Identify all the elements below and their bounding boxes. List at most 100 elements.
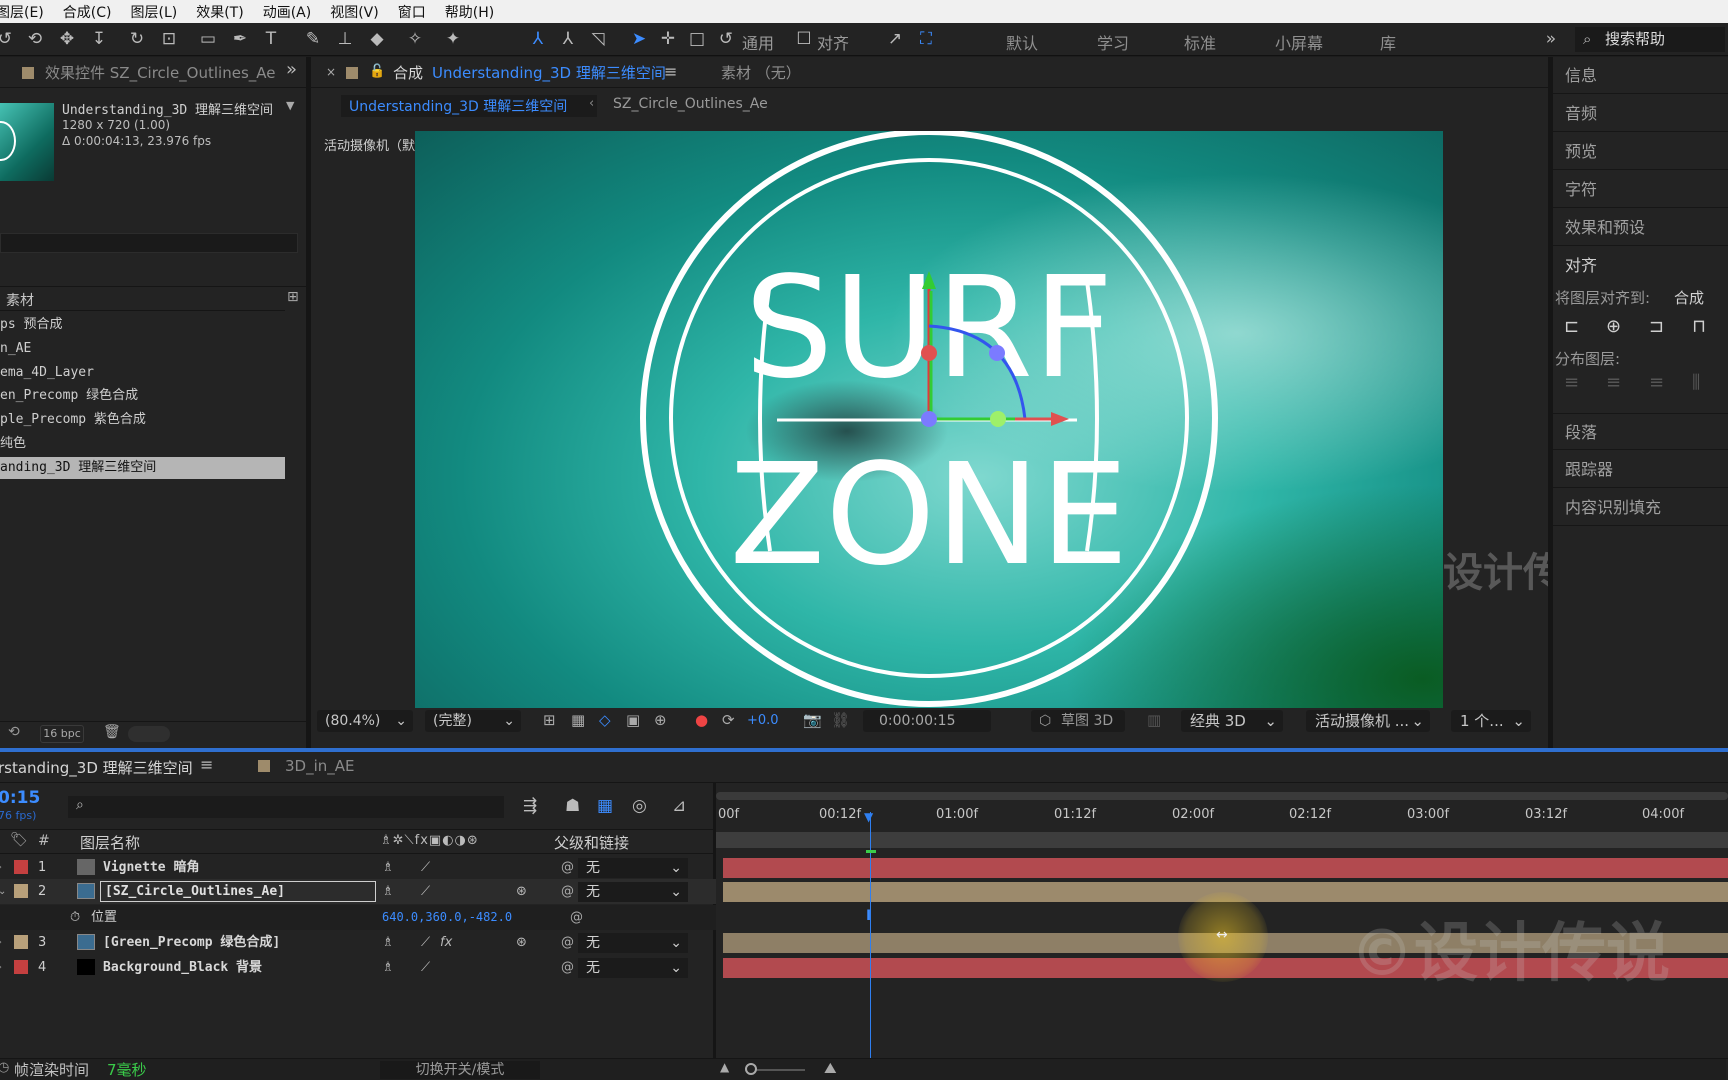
fast-preview-icon[interactable]: ⊞ (543, 711, 556, 729)
align-to-value[interactable]: 合成 (1674, 287, 1704, 308)
parent-dropdown-2[interactable]: 无 ⌄ (578, 882, 688, 902)
project-item[interactable]: ema_4D_Layer (0, 362, 285, 384)
toggle-switches-modes-button[interactable]: 切换开关/模式 (380, 1061, 540, 1079)
position-property-row[interactable]: ⏱ 位置 640.0,360.0,-482.0 @ (0, 905, 716, 930)
align-center-icon[interactable]: ⊕ (1606, 316, 1621, 337)
menu-window[interactable]: 窗口 (398, 2, 426, 22)
project-item-selected[interactable]: anding_3D 理解三维空间 (0, 457, 285, 479)
rectangle-tool-icon[interactable]: ▭ (197, 28, 219, 50)
workspace-small-screen[interactable]: 小屏幕 (1275, 30, 1323, 54)
composition-viewer[interactable]: SURF ZONE (415, 131, 1443, 708)
workspace-standard[interactable]: 标准 (1184, 30, 1216, 54)
resolution-dropdown[interactable]: (完整) ⌄ (425, 710, 521, 732)
comp-flowchart-icon[interactable]: ⇶ (523, 796, 537, 816)
align-checkbox[interactable]: ☐ (793, 28, 815, 50)
workspace-learn[interactable]: 学习 (1097, 30, 1129, 54)
grid-guides-icon[interactable]: ⊕ (654, 711, 667, 729)
workspace-library[interactable]: 库 (1380, 30, 1396, 54)
brush-tool-icon[interactable]: ✎ (302, 28, 324, 50)
project-item[interactable]: en_Precomp 绿色合成 (0, 385, 285, 407)
views-dropdown[interactable]: 1 个... ⌄ (1451, 710, 1531, 732)
snapping-target-icon[interactable]: ⛶ (915, 28, 937, 50)
panel-overflow-icon[interactable]: » (286, 59, 297, 80)
project-item[interactable]: 纯色 (0, 433, 285, 455)
col-parent[interactable]: 父级和链接 (554, 832, 629, 853)
project-search-input[interactable] (0, 233, 298, 253)
snap-icon[interactable]: ↗ (884, 28, 906, 50)
breadcrumb-comp[interactable]: Understanding_3D 理解三维空间 (349, 96, 567, 116)
zoom-out-icon[interactable]: ▲ (720, 1060, 729, 1074)
playhead-handle-icon[interactable]: ▼ (864, 810, 873, 824)
zoom-slider-handle[interactable] (745, 1063, 757, 1075)
timeline-search-input[interactable]: ⌕ (68, 796, 504, 818)
workspace-default[interactable]: 默认 (1006, 30, 1038, 54)
project-item[interactable]: ps 预合成 (0, 314, 285, 336)
extended-viewer-icon[interactable]: ▥ (1147, 711, 1161, 729)
interpret-footage-icon[interactable]: ⟲ (8, 724, 20, 740)
dolly-tool-icon[interactable]: ↧ (88, 28, 110, 50)
comp-dropdown-icon[interactable]: ▼ (286, 99, 294, 112)
menu-layer-e[interactable]: 图层(E) (0, 2, 44, 22)
distribute-bottom-icon[interactable]: ≡ (1649, 372, 1664, 393)
project-column-header[interactable]: 素材 (6, 290, 34, 310)
text-tool-icon[interactable]: T (260, 28, 282, 50)
flowchart-icon[interactable]: ⊞ (287, 289, 299, 305)
timeline-other-tab[interactable]: 3D_in_AE (285, 757, 355, 775)
camera-view-dropdown[interactable]: 活动摄像机 ... ⌄ (1306, 710, 1430, 732)
distribute-top-icon[interactable]: ≡ (1564, 372, 1579, 393)
rotate-gizmo-icon[interactable]: ↺ (715, 28, 737, 50)
reset-exposure-icon[interactable]: ⟳ (722, 711, 735, 729)
lock-icon[interactable]: 🔓 (369, 64, 385, 79)
local-axis-icon[interactable]: ⅄ (527, 28, 549, 50)
layer-bar-1[interactable] (723, 858, 1728, 878)
keyframe-i-beam-icon[interactable]: I (866, 908, 871, 924)
rotation-tool-icon[interactable]: ↻ (126, 28, 148, 50)
project-item[interactable]: n_AE (0, 338, 285, 360)
roto-tool-icon[interactable]: ✧ (404, 28, 426, 50)
search-help-field[interactable]: ⌕ 搜索帮助 (1575, 27, 1725, 52)
thumbnail-slider[interactable] (128, 726, 170, 742)
orbit-tool-icon[interactable]: ⟲ (24, 28, 46, 50)
distribute-center-icon[interactable]: ≡ (1606, 372, 1621, 393)
menu-composition[interactable]: 合成(C) (63, 2, 112, 22)
timecode-display[interactable]: 0:00:00:15 (863, 710, 991, 732)
panel-audio[interactable]: 音频 (1553, 95, 1728, 132)
timeline-tab[interactable]: rstanding_3D 理解三维空间 (0, 757, 193, 778)
col-layer-name[interactable]: 图层名称 (80, 832, 140, 853)
zoom-dropdown[interactable]: (80.4%) ⌄ (317, 710, 413, 732)
menu-help[interactable]: 帮助(H) (445, 2, 494, 22)
puppet-tool-icon[interactable]: ✦ (442, 28, 464, 50)
align-right-icon[interactable]: ⊐ (1649, 316, 1664, 337)
renderer-dropdown[interactable]: 经典 3D ⌄ (1181, 710, 1283, 732)
anchor-tool-icon[interactable]: ⊡ (158, 28, 180, 50)
panel-tracker[interactable]: 跟踪器 (1553, 451, 1728, 488)
stamp-tool-icon[interactable]: ⊥ (334, 28, 356, 50)
view-axis-icon[interactable]: ◹ (587, 28, 609, 50)
pen-tool-icon[interactable]: ✒ (229, 28, 251, 50)
graph-editor-icon[interactable]: ⊿ (672, 796, 686, 816)
mask-visibility-icon[interactable]: ◇ (599, 711, 611, 729)
close-tab-icon[interactable]: × (326, 65, 336, 79)
parent-dropdown-4[interactable]: 无 ⌄ (578, 958, 688, 978)
motion-blur-icon[interactable]: ◎ (632, 796, 647, 816)
channel-icon[interactable]: ● (695, 711, 708, 729)
align-top-icon[interactable]: ⊓ (1692, 316, 1706, 337)
panel-info[interactable]: 信息 (1553, 57, 1728, 94)
scale-tool-icon[interactable]: □ (686, 28, 708, 50)
frame-blending-icon[interactable]: ▦ (597, 796, 613, 816)
exposure-value[interactable]: +0.0 (747, 713, 779, 728)
world-axis-icon[interactable]: ⅄ (557, 28, 579, 50)
project-item[interactable]: ple_Precomp 紫色合成 (0, 409, 285, 431)
panel-character[interactable]: 字符 (1553, 171, 1728, 208)
menu-layer[interactable]: 图层(L) (130, 2, 177, 22)
menu-effect[interactable]: 效果(T) (196, 2, 243, 22)
current-time[interactable]: 0:15 (0, 788, 40, 808)
snapshot-icon[interactable]: 📷 (803, 711, 822, 729)
menu-view[interactable]: 视图(V) (330, 2, 379, 22)
footage-tab[interactable]: 素材 （无） (721, 59, 801, 87)
menu-animation[interactable]: 动画(A) (263, 2, 312, 22)
breadcrumb-layer[interactable]: SZ_Circle_Outlines_Ae (613, 96, 768, 112)
trash-icon[interactable]: 🗑 (103, 724, 121, 740)
show-snapshot-icon[interactable]: ⛓ (831, 711, 850, 729)
panel-paragraph[interactable]: 段落 (1553, 413, 1728, 450)
